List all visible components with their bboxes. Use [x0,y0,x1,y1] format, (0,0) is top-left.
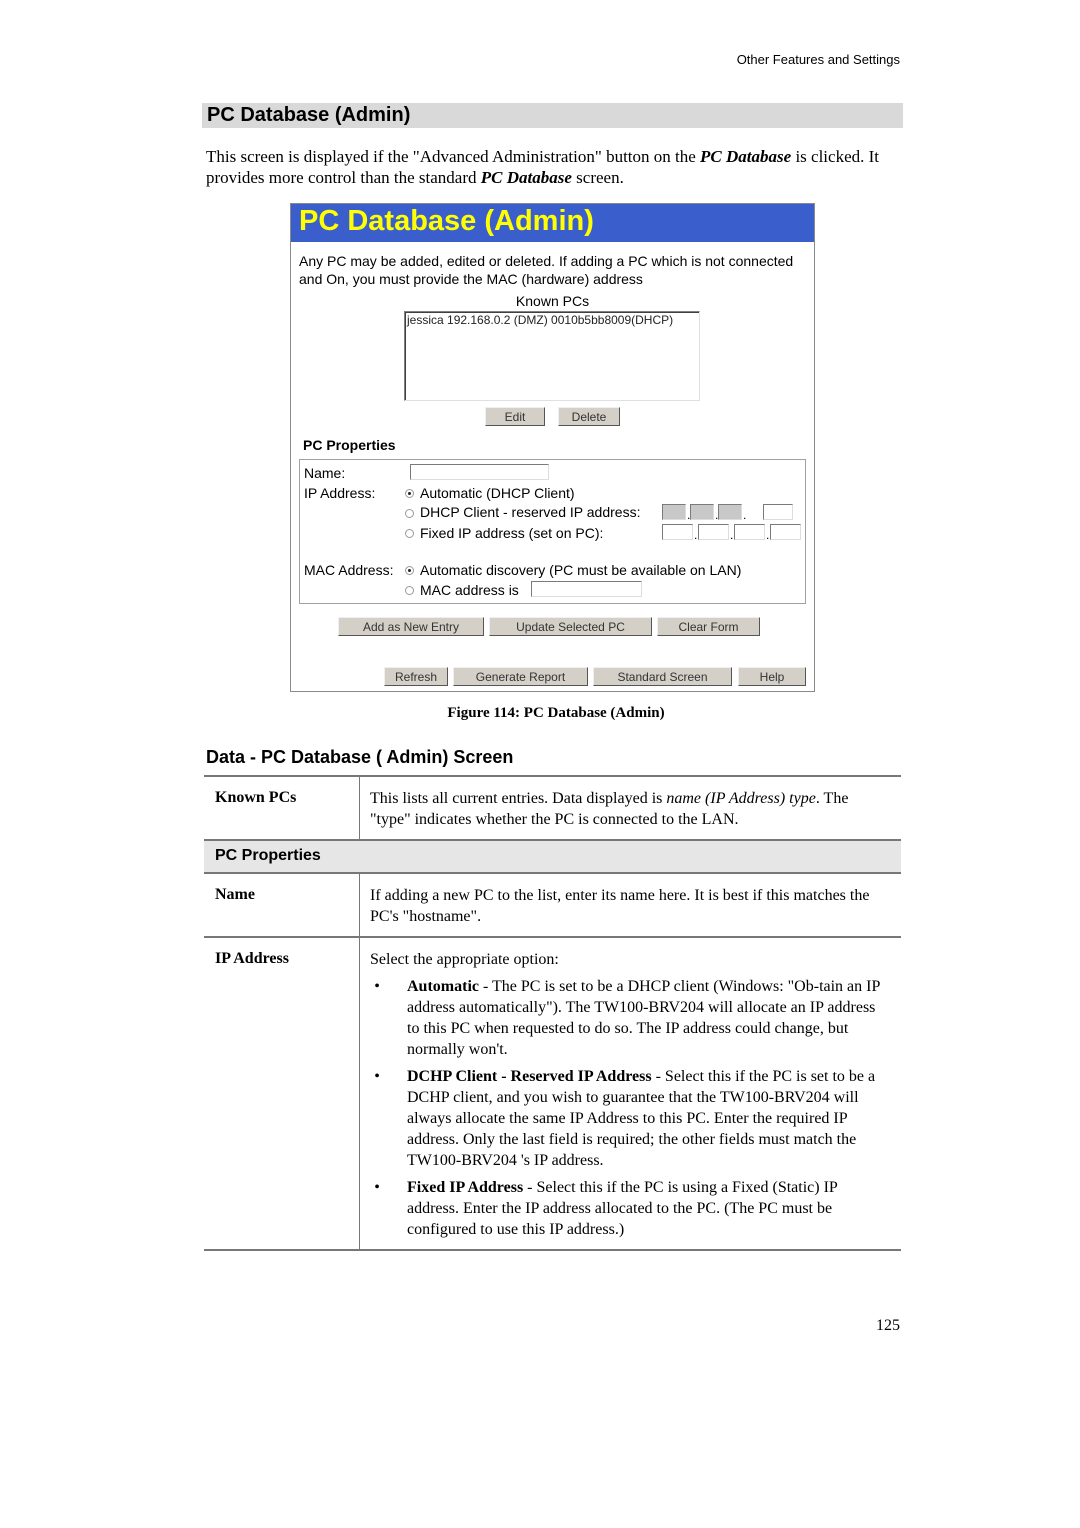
screenshot-description: Any PC may be added, edited or deleted. … [299,253,794,287]
known-pcs-label: Known PCs [515,293,590,309]
row-description: This lists all current entries. Data dis… [370,777,901,839]
pc-database-admin-screenshot: PC Database (Admin) Any PC may be added,… [290,203,815,692]
reserved-ip-octet-4[interactable] [763,504,793,520]
pc-properties-box: Name: IP Address: Automatic (DHCP Client… [299,459,806,604]
mac-manual-radio[interactable] [405,586,414,595]
generate-report-button[interactable]: Generate Report [453,667,588,686]
mac-address-input[interactable] [531,581,642,597]
table-bottom-rule [204,1249,901,1251]
fixed-ip-octet-2[interactable] [698,524,729,540]
ip-fixed-radio[interactable] [405,529,414,538]
ip-dot: . [694,528,698,542]
ip-fixed-label: Fixed IP address (set on PC): [420,525,604,541]
row-label-cell: IP Address [204,938,360,1249]
bullet-item: • Automatic - The PC is set to be a DHCP … [370,976,891,1060]
figure-caption: Figure 114: PC Database (Admin) [447,705,665,721]
edit-button[interactable]: Edit [485,407,545,426]
running-head: Other Features and Settings [736,52,900,67]
fixed-ip-octet-3[interactable] [734,524,765,540]
ip-reserved-radio[interactable] [405,509,414,518]
ip-dot: . [730,528,734,542]
standard-screen-button[interactable]: Standard Screen [593,667,732,686]
refresh-button[interactable]: Refresh [384,667,448,686]
list-item[interactable]: jessica 192.168.0.2 (DMZ) 0010b5bb8009(D… [405,312,699,328]
intro-emphasis: PC Database [700,147,792,166]
bullet-icon: • [374,978,380,995]
mac-automatic-radio[interactable] [405,566,414,575]
row-label-cell: Known PCs [204,777,360,839]
group-header-label: PC Properties [215,847,321,864]
table-group-header: PC Properties [204,839,901,872]
add-new-entry-button[interactable]: Add as New Entry [338,617,484,636]
name-label: Name: [304,465,346,481]
mac-address-label: MAC Address: [304,562,394,578]
description-intro: Select the appropriate option: [370,951,559,968]
bullet-item: • DCHP Client - Reserved IP Address - Sel… [370,1066,891,1171]
intro-emphasis: PC Database [480,168,572,187]
section-title: PC Database (Admin) [207,104,411,126]
row-description: If adding a new PC to the list, enter it… [370,887,870,925]
row-label: Name [215,886,255,903]
section-title-bar: PC Database (Admin) [202,103,903,128]
row-label: Known PCs [215,789,297,806]
known-pcs-listbox[interactable]: jessica 192.168.0.2 (DMZ) 0010b5bb8009(D… [404,311,700,401]
description-emphasis: name (IP Address) type [666,790,816,807]
bullet-icon: • [374,1068,380,1085]
row-label-cell: Name [204,874,360,936]
fixed-ip-octet-4[interactable] [770,524,801,540]
bullet-term: Automatic [407,978,479,995]
page-number: 125 [876,1317,900,1334]
intro-text: This screen is displayed if the "Advance… [206,147,701,166]
delete-button[interactable]: Delete [558,407,620,426]
screenshot-title-bar: PC Database (Admin) [291,204,814,242]
table-row-known-pcs: Known PCs This lists all current entries… [204,775,901,839]
ip-address-label: IP Address: [304,485,376,501]
mac-automatic-label: Automatic discovery (PC must be availabl… [420,562,742,578]
table-row-name: Name If adding a new PC to the list, ent… [204,872,901,936]
pc-properties-label: PC Properties [303,437,396,453]
intro-text: screen. [571,168,624,187]
bullet-icon: • [374,1179,380,1196]
reserved-ip-octet-3 [718,504,742,520]
mac-manual-label: MAC address is [420,582,519,598]
update-selected-pc-button[interactable]: Update Selected PC [489,617,652,636]
clear-form-button[interactable]: Clear Form [657,617,760,636]
row-label: IP Address [215,950,289,967]
ip-automatic-radio[interactable] [405,489,414,498]
subsection-title: Data - PC Database ( Admin) Screen [206,747,514,767]
screenshot-title: PC Database (Admin) [299,205,594,237]
ip-automatic-label: Automatic (DHCP Client) [420,485,575,501]
bullet-item: • Fixed IP Address - Select this if the P… [370,1177,891,1240]
help-button[interactable]: Help [738,667,806,686]
ip-dot: . [743,508,747,522]
description-text: This lists all current entries. Data dis… [370,790,667,807]
ip-dot: . [766,528,770,542]
name-input[interactable] [410,464,549,480]
ip-reserved-label: DHCP Client - reserved IP address: [420,504,641,520]
intro-paragraph: This screen is displayed if the "Advance… [206,146,906,188]
row-description: Select the appropriate option: • Automati… [370,938,901,1249]
data-table: Known PCs This lists all current entries… [204,775,901,1251]
reserved-ip-octet-2 [690,504,714,520]
bullet-term: DCHP Client - Reserved IP Address [407,1068,652,1085]
bullet-term: Fixed IP Address [407,1179,524,1196]
fixed-ip-octet-1[interactable] [662,524,693,540]
reserved-ip-octet-1 [662,504,686,520]
table-row-ip-address: IP Address Select the appropriate option… [204,936,901,1249]
